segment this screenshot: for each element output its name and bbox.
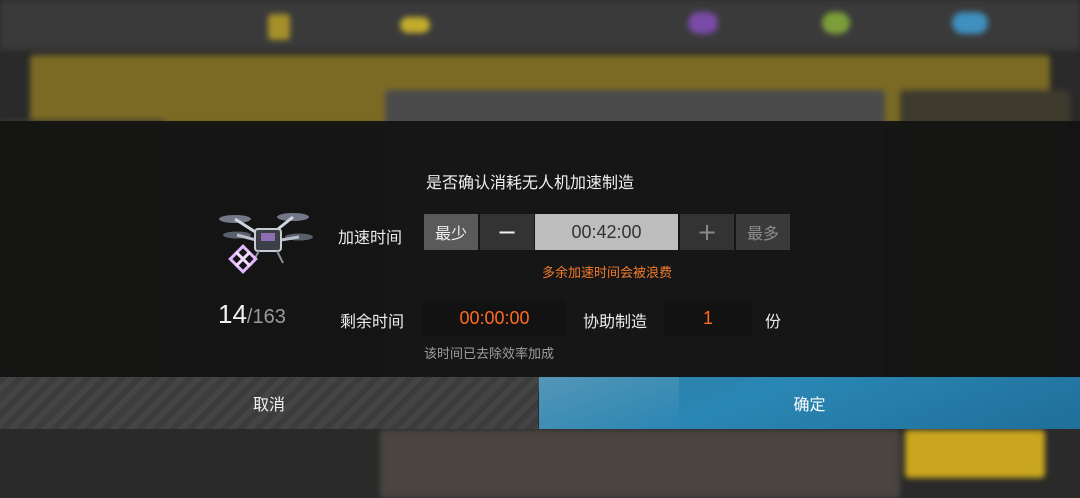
dialog-title: 是否确认消耗无人机加速制造 <box>425 173 634 192</box>
background-top-bar <box>0 0 1080 50</box>
background-badge <box>400 17 430 33</box>
drone-count-total: /163 <box>246 306 286 328</box>
remaining-time-label: 剩余时间 <box>340 312 405 331</box>
confirm-button-label: 确定 <box>793 395 826 414</box>
decrease-button[interactable]: − <box>480 214 534 250</box>
background-currency-pill <box>688 12 718 34</box>
min-button[interactable]: 最少 <box>424 214 478 250</box>
background-bottom-button <box>905 430 1045 478</box>
background-badge <box>268 14 290 40</box>
speed-time-label: 加速时间 <box>338 228 403 247</box>
cancel-button[interactable]: 取消 <box>0 377 538 429</box>
background-currency-pill <box>822 12 850 34</box>
background-bottom-strip <box>380 430 900 498</box>
efficiency-note: 该时间已去除效率加成 <box>424 347 555 362</box>
speed-time-value[interactable]: 00:42:00 <box>535 214 678 250</box>
confirm-button-decoration <box>539 377 679 429</box>
max-button[interactable]: 最多 <box>736 214 790 250</box>
drone-acceleration-dialog: 是否确认消耗无人机加速制造 14/163 加速时间 最少 − 00:42:00 … <box>0 121 1080 377</box>
drone-count-current: 14 <box>218 299 247 329</box>
assist-craft-count: 1 <box>664 300 752 336</box>
waste-warning: 多余加速时间会被浪费 <box>541 266 672 281</box>
drone-count: 14/163 <box>218 299 286 330</box>
remaining-time-value: 00:00:00 <box>423 300 566 336</box>
background-currency-pill <box>952 12 988 34</box>
unit-label: 份 <box>765 312 782 331</box>
drone-icon <box>219 213 313 274</box>
increase-button[interactable]: + <box>680 214 734 250</box>
assist-craft-label: 协助制造 <box>583 312 648 331</box>
confirm-button[interactable]: 确定 <box>539 377 1080 429</box>
